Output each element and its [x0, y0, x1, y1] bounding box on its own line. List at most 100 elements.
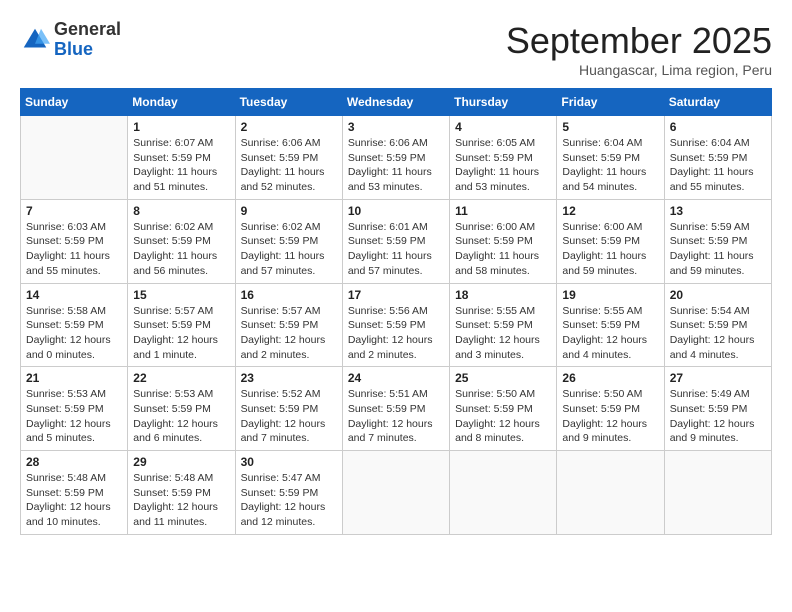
week-row-5: 28 Sunrise: 5:48 AMSunset: 5:59 PMDayligh…	[21, 451, 772, 535]
location: Huangascar, Lima region, Peru	[506, 62, 772, 78]
day-cell: 18 Sunrise: 5:55 AMSunset: 5:59 PMDayligh…	[450, 283, 557, 367]
day-cell: 23 Sunrise: 5:52 AMSunset: 5:59 PMDayligh…	[235, 367, 342, 451]
logo: General Blue	[20, 20, 121, 60]
day-cell: 16 Sunrise: 5:57 AMSunset: 5:59 PMDayligh…	[235, 283, 342, 367]
month-title: September 2025	[506, 20, 772, 62]
day-cell: 13 Sunrise: 5:59 AMSunset: 5:59 PMDayligh…	[664, 199, 771, 283]
week-row-3: 14 Sunrise: 5:58 AMSunset: 5:59 PMDayligh…	[21, 283, 772, 367]
day-number: 13	[670, 204, 766, 218]
calendar-header: SundayMondayTuesdayWednesdayThursdayFrid…	[21, 89, 772, 116]
day-cell: 25 Sunrise: 5:50 AMSunset: 5:59 PMDayligh…	[450, 367, 557, 451]
header-cell-thursday: Thursday	[450, 89, 557, 116]
day-cell: 19Sunrise: 5:55 AMSunset: 5:59 PMDayligh…	[557, 283, 664, 367]
day-number: 5	[562, 120, 658, 134]
day-info: Sunrise: 5:52 AMSunset: 5:59 PMDaylight:…	[241, 387, 337, 446]
day-number: 9	[241, 204, 337, 218]
day-number: 21	[26, 371, 122, 385]
day-info: Sunrise: 6:03 AMSunset: 5:59 PMDaylight:…	[26, 220, 122, 279]
day-cell: 4Sunrise: 6:05 AMSunset: 5:59 PMDaylight…	[450, 116, 557, 200]
day-cell	[557, 451, 664, 535]
day-number: 18	[455, 288, 551, 302]
day-number: 28	[26, 455, 122, 469]
day-info: Sunrise: 6:07 AMSunset: 5:59 PMDaylight:…	[133, 136, 229, 195]
day-cell: 28 Sunrise: 5:48 AMSunset: 5:59 PMDayligh…	[21, 451, 128, 535]
day-number: 14	[26, 288, 122, 302]
day-info: Sunrise: 5:48 AMSunset: 5:59 PMDaylight:…	[26, 471, 122, 530]
day-cell: 8Sunrise: 6:02 AMSunset: 5:59 PMDaylight…	[128, 199, 235, 283]
day-info: Sunrise: 5:58 AMSunset: 5:59 PMDaylight:…	[26, 304, 122, 363]
day-info: Sunrise: 5:47 AMSunset: 5:59 PMDaylight:…	[241, 471, 337, 530]
day-info: Sunrise: 5:57 AMSunset: 5:59 PMDaylight:…	[241, 304, 337, 363]
day-cell: 3 Sunrise: 6:06 AMSunset: 5:59 PMDaylight…	[342, 116, 449, 200]
logo-general: General	[54, 20, 121, 40]
day-number: 1	[133, 120, 229, 134]
header-cell-friday: Friday	[557, 89, 664, 116]
day-info: Sunrise: 5:55 AMSunset: 5:59 PMDaylight:…	[562, 304, 658, 363]
day-number: 12	[562, 204, 658, 218]
header-cell-sunday: Sunday	[21, 89, 128, 116]
logo-text: General Blue	[54, 20, 121, 60]
day-number: 29	[133, 455, 229, 469]
day-number: 27	[670, 371, 766, 385]
header-cell-saturday: Saturday	[664, 89, 771, 116]
day-cell: 15 Sunrise: 5:57 AMSunset: 5:59 PMDayligh…	[128, 283, 235, 367]
day-cell: 10 Sunrise: 6:01 AMSunset: 5:59 PMDayligh…	[342, 199, 449, 283]
day-cell	[342, 451, 449, 535]
day-cell: 11Sunrise: 6:00 AMSunset: 5:59 PMDayligh…	[450, 199, 557, 283]
day-info: Sunrise: 5:51 AMSunset: 5:59 PMDaylight:…	[348, 387, 444, 446]
day-number: 24	[348, 371, 444, 385]
day-info: Sunrise: 6:00 AMSunset: 5:59 PMDaylight:…	[455, 220, 551, 279]
header-cell-tuesday: Tuesday	[235, 89, 342, 116]
day-cell: 9 Sunrise: 6:02 AMSunset: 5:59 PMDaylight…	[235, 199, 342, 283]
day-cell: 24 Sunrise: 5:51 AMSunset: 5:59 PMDayligh…	[342, 367, 449, 451]
day-cell: 20 Sunrise: 5:54 AMSunset: 5:59 PMDayligh…	[664, 283, 771, 367]
day-cell: 14 Sunrise: 5:58 AMSunset: 5:59 PMDayligh…	[21, 283, 128, 367]
day-info: Sunrise: 5:49 AMSunset: 5:59 PMDaylight:…	[670, 387, 766, 446]
day-info: Sunrise: 5:59 AMSunset: 5:59 PMDaylight:…	[670, 220, 766, 279]
logo-blue: Blue	[54, 40, 121, 60]
week-row-1: 1 Sunrise: 6:07 AMSunset: 5:59 PMDaylight…	[21, 116, 772, 200]
title-section: September 2025 Huangascar, Lima region, …	[506, 20, 772, 78]
day-cell: 17 Sunrise: 5:56 AMSunset: 5:59 PMDayligh…	[342, 283, 449, 367]
day-cell	[450, 451, 557, 535]
day-cell: 2Sunrise: 6:06 AMSunset: 5:59 PMDaylight…	[235, 116, 342, 200]
logo-icon	[20, 25, 50, 55]
day-cell: 6 Sunrise: 6:04 AMSunset: 5:59 PMDaylight…	[664, 116, 771, 200]
day-info: Sunrise: 5:50 AMSunset: 5:59 PMDaylight:…	[562, 387, 658, 446]
day-number: 22	[133, 371, 229, 385]
day-number: 15	[133, 288, 229, 302]
day-info: Sunrise: 5:48 AMSunset: 5:59 PMDaylight:…	[133, 471, 229, 530]
day-info: Sunrise: 6:01 AMSunset: 5:59 PMDaylight:…	[348, 220, 444, 279]
day-number: 6	[670, 120, 766, 134]
day-info: Sunrise: 5:55 AMSunset: 5:59 PMDaylight:…	[455, 304, 551, 363]
day-number: 17	[348, 288, 444, 302]
day-number: 25	[455, 371, 551, 385]
day-number: 16	[241, 288, 337, 302]
day-info: Sunrise: 5:53 AMSunset: 5:59 PMDaylight:…	[133, 387, 229, 446]
day-number: 26	[562, 371, 658, 385]
day-cell: 21 Sunrise: 5:53 AMSunset: 5:59 PMDayligh…	[21, 367, 128, 451]
calendar-table: SundayMondayTuesdayWednesdayThursdayFrid…	[20, 88, 772, 535]
day-number: 4	[455, 120, 551, 134]
day-number: 3	[348, 120, 444, 134]
day-cell: 29 Sunrise: 5:48 AMSunset: 5:59 PMDayligh…	[128, 451, 235, 535]
day-info: Sunrise: 6:02 AMSunset: 5:59 PMDaylight:…	[241, 220, 337, 279]
day-info: Sunrise: 6:04 AMSunset: 5:59 PMDaylight:…	[670, 136, 766, 195]
day-info: Sunrise: 5:56 AMSunset: 5:59 PMDaylight:…	[348, 304, 444, 363]
day-info: Sunrise: 6:04 AMSunset: 5:59 PMDaylight:…	[562, 136, 658, 195]
day-info: Sunrise: 5:57 AMSunset: 5:59 PMDaylight:…	[133, 304, 229, 363]
day-info: Sunrise: 5:54 AMSunset: 5:59 PMDaylight:…	[670, 304, 766, 363]
week-row-4: 21 Sunrise: 5:53 AMSunset: 5:59 PMDayligh…	[21, 367, 772, 451]
calendar-body: 1 Sunrise: 6:07 AMSunset: 5:59 PMDaylight…	[21, 116, 772, 535]
page-header: General Blue September 2025 Huangascar, …	[20, 20, 772, 78]
day-number: 10	[348, 204, 444, 218]
day-info: Sunrise: 6:06 AMSunset: 5:59 PMDaylight:…	[241, 136, 337, 195]
day-number: 20	[670, 288, 766, 302]
day-info: Sunrise: 5:53 AMSunset: 5:59 PMDaylight:…	[26, 387, 122, 446]
header-row: SundayMondayTuesdayWednesdayThursdayFrid…	[21, 89, 772, 116]
day-number: 23	[241, 371, 337, 385]
day-cell: 7Sunrise: 6:03 AMSunset: 5:59 PMDaylight…	[21, 199, 128, 283]
day-info: Sunrise: 6:06 AMSunset: 5:59 PMDaylight:…	[348, 136, 444, 195]
day-cell: 22 Sunrise: 5:53 AMSunset: 5:59 PMDayligh…	[128, 367, 235, 451]
day-info: Sunrise: 5:50 AMSunset: 5:59 PMDaylight:…	[455, 387, 551, 446]
